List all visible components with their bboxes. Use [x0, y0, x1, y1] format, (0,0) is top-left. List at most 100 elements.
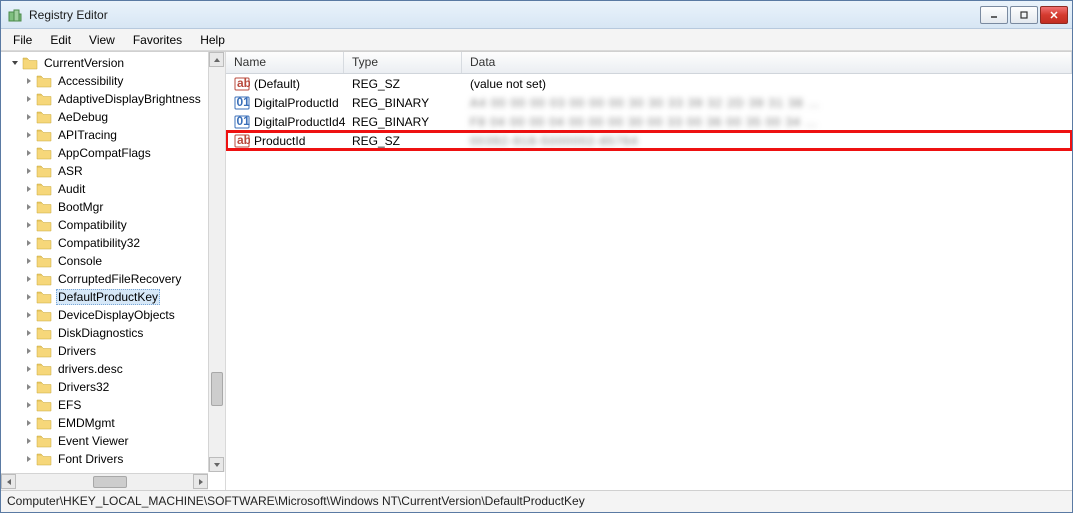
expander-icon[interactable] [23, 454, 34, 465]
expander-icon[interactable] [23, 292, 34, 303]
tree-item-corruptedfilerecovery[interactable]: CorruptedFileRecovery [1, 270, 225, 288]
folder-icon [36, 290, 52, 304]
expander-icon[interactable] [23, 148, 34, 159]
folder-icon [36, 380, 52, 394]
menu-help[interactable]: Help [192, 31, 233, 49]
tree-item-bootmgr[interactable]: BootMgr [1, 198, 225, 216]
minimize-button[interactable] [980, 6, 1008, 24]
expander-icon[interactable] [23, 112, 34, 123]
tree-item-emdmgmt[interactable]: EMDMgmt [1, 414, 225, 432]
folder-icon [36, 218, 52, 232]
tree-item-aedebug[interactable]: AeDebug [1, 108, 225, 126]
value-data: F8 04 00 00 04 00 00 00 30 00 33 00 36 0… [466, 115, 1072, 129]
binary-value-icon [234, 114, 250, 130]
expander-icon[interactable] [9, 58, 20, 69]
expander-icon[interactable] [23, 364, 34, 375]
tree-vertical-scrollbar[interactable] [208, 52, 225, 472]
tree-parent-currentversion[interactable]: CurrentVersion [1, 54, 225, 72]
folder-icon [36, 200, 52, 214]
expander-icon[interactable] [23, 382, 34, 393]
expander-icon[interactable] [23, 328, 34, 339]
column-header-name[interactable]: Name [226, 52, 344, 73]
value-data: 00392-918-5000002-85764 [466, 134, 1072, 148]
menu-view[interactable]: View [81, 31, 123, 49]
list-pane[interactable]: Name Type Data (Default)REG_SZ(value not… [226, 52, 1072, 490]
tree-item-adaptivedisplaybrightness[interactable]: AdaptiveDisplayBrightness [1, 90, 225, 108]
expander-icon[interactable] [23, 310, 34, 321]
tree-item-apitracing[interactable]: APITracing [1, 126, 225, 144]
tree-horizontal-scrollbar[interactable] [1, 473, 208, 490]
tree-item-audit[interactable]: Audit [1, 180, 225, 198]
menu-edit[interactable]: Edit [42, 31, 79, 49]
tree-item-console[interactable]: Console [1, 252, 225, 270]
folder-icon [36, 92, 52, 106]
tree-item-label: APITracing [56, 128, 119, 142]
expander-icon[interactable] [23, 436, 34, 447]
value-row-productid[interactable]: ProductIdREG_SZ00392-918-5000002-85764 [226, 131, 1072, 150]
menu-favorites[interactable]: Favorites [125, 31, 190, 49]
maximize-button[interactable] [1010, 6, 1038, 24]
value-type: REG_BINARY [348, 115, 466, 129]
tree-item-label: ASR [56, 164, 85, 178]
tree-item-accessibility[interactable]: Accessibility [1, 72, 225, 90]
tree-item-compatibility32[interactable]: Compatibility32 [1, 234, 225, 252]
window-title: Registry Editor [29, 8, 980, 22]
expander-icon[interactable] [23, 256, 34, 267]
tree-item-compatibility[interactable]: Compatibility [1, 216, 225, 234]
value-type: REG_BINARY [348, 96, 466, 110]
tree-item-diskdiagnostics[interactable]: DiskDiagnostics [1, 324, 225, 342]
close-button[interactable] [1040, 6, 1068, 24]
value-row-digitalproductid4[interactable]: DigitalProductId4REG_BINARYF8 04 00 00 0… [226, 112, 1072, 131]
tree-item-label: DiskDiagnostics [56, 326, 145, 340]
tree-item-asr[interactable]: ASR [1, 162, 225, 180]
content-area: CurrentVersionAccessibilityAdaptiveDispl… [1, 51, 1072, 490]
titlebar[interactable]: Registry Editor [1, 1, 1072, 29]
tree-item-appcompatflags[interactable]: AppCompatFlags [1, 144, 225, 162]
expander-icon[interactable] [23, 94, 34, 105]
folder-icon [36, 272, 52, 286]
scroll-left-arrow[interactable] [1, 474, 16, 489]
expander-icon[interactable] [23, 238, 34, 249]
tree-item-drivers[interactable]: Drivers [1, 342, 225, 360]
folder-icon [36, 308, 52, 322]
value-row-digitalproductid[interactable]: DigitalProductIdREG_BINARYA4 00 00 00 03… [226, 93, 1072, 112]
expander-icon[interactable] [23, 400, 34, 411]
scroll-up-arrow[interactable] [209, 52, 224, 67]
expander-icon[interactable] [23, 184, 34, 195]
folder-icon [36, 434, 52, 448]
value-data: (value not set) [466, 77, 1072, 91]
scroll-right-arrow[interactable] [193, 474, 208, 489]
expander-icon[interactable] [23, 220, 34, 231]
expander-icon[interactable] [23, 346, 34, 357]
tree-item-eventviewer[interactable]: Event Viewer [1, 432, 225, 450]
scroll-down-arrow[interactable] [209, 457, 224, 472]
registry-editor-window: Registry Editor File Edit View Favorites… [0, 0, 1073, 513]
tree-item-devicedisplayobjects[interactable]: DeviceDisplayObjects [1, 306, 225, 324]
expander-icon[interactable] [23, 130, 34, 141]
vertical-scroll-thumb[interactable] [211, 372, 223, 406]
expander-icon[interactable] [23, 418, 34, 429]
expander-icon[interactable] [23, 166, 34, 177]
value-row-default[interactable]: (Default)REG_SZ(value not set) [226, 74, 1072, 93]
value-name: (Default) [254, 77, 300, 91]
expander-icon[interactable] [23, 76, 34, 87]
expander-icon[interactable] [23, 202, 34, 213]
tree-item-drivers32[interactable]: Drivers32 [1, 378, 225, 396]
value-name: DigitalProductId4 [254, 115, 345, 129]
expander-icon[interactable] [23, 274, 34, 285]
tree-item-efs[interactable]: EFS [1, 396, 225, 414]
tree-item-label: Font Drivers [56, 452, 125, 466]
menu-file[interactable]: File [5, 31, 40, 49]
tree-item-defaultproductkey[interactable]: DefaultProductKey [1, 288, 225, 306]
column-header-data[interactable]: Data [462, 52, 1072, 73]
horizontal-scroll-thumb[interactable] [93, 476, 127, 488]
column-header-type[interactable]: Type [344, 52, 462, 73]
tree-item-label: EMDMgmt [56, 416, 117, 430]
folder-icon [36, 164, 52, 178]
tree-item-driversdesc[interactable]: drivers.desc [1, 360, 225, 378]
list-body[interactable]: (Default)REG_SZ(value not set)DigitalPro… [226, 74, 1072, 490]
folder-icon [36, 452, 52, 466]
tree-pane[interactable]: CurrentVersionAccessibilityAdaptiveDispl… [1, 52, 226, 490]
tree-item-label: drivers.desc [56, 362, 125, 376]
tree-item-fontdrivers[interactable]: Font Drivers [1, 450, 225, 468]
